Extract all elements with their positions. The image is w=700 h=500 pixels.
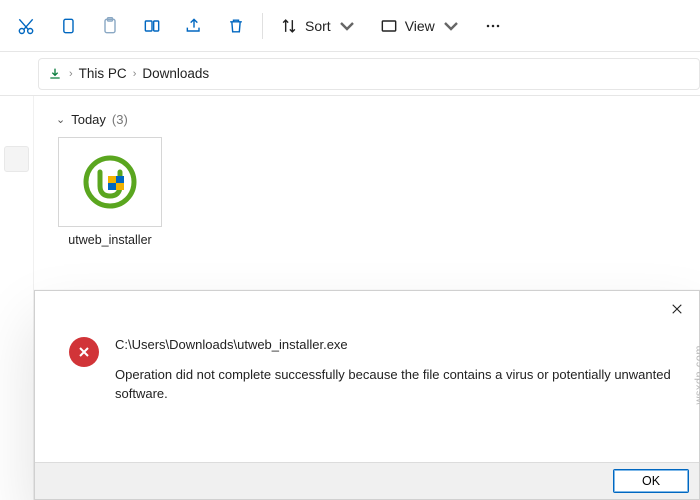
toolbar: Sort View	[0, 0, 700, 52]
ok-button[interactable]: OK	[613, 469, 689, 493]
sidebar	[0, 96, 34, 500]
watermark: wsxdn.com	[694, 345, 700, 405]
sort-label: Sort	[305, 18, 331, 34]
rename-button[interactable]	[132, 6, 172, 46]
error-path: C:\Users\Downloads\utweb_installer.exe	[115, 335, 677, 355]
share-button[interactable]	[174, 6, 214, 46]
sort-button[interactable]: Sort	[269, 6, 367, 46]
file-name: utweb_installer	[56, 233, 164, 247]
nav-placeholder	[10, 62, 34, 86]
toolbar-separator	[262, 13, 263, 39]
dialog-message: C:\Users\Downloads\utweb_installer.exe O…	[115, 335, 677, 456]
breadcrumb[interactable]: › This PC › Downloads	[38, 58, 700, 90]
utorrent-icon	[82, 154, 138, 210]
chevron-down-icon: ⌄	[56, 113, 65, 126]
paste-button[interactable]	[90, 6, 130, 46]
download-icon	[47, 66, 63, 82]
chevron-right-icon: ›	[133, 68, 137, 80]
dialog-footer: OK	[35, 462, 699, 499]
close-button[interactable]	[663, 297, 691, 321]
more-button[interactable]	[473, 6, 513, 46]
sidebar-item[interactable]	[4, 146, 29, 172]
copy-button[interactable]	[48, 6, 88, 46]
group-label: Today	[71, 112, 106, 127]
error-dialog: C:\Users\Downloads\utweb_installer.exe O…	[34, 290, 700, 500]
breadcrumb-root[interactable]: This PC	[79, 66, 127, 81]
view-label: View	[405, 18, 435, 34]
file-item[interactable]: utweb_installer	[56, 137, 164, 247]
delete-button[interactable]	[216, 6, 256, 46]
address-bar: › This PC › Downloads	[0, 52, 700, 96]
chevron-down-icon	[441, 16, 461, 36]
chevron-right-icon: ›	[69, 68, 73, 80]
group-header[interactable]: ⌄ Today (3)	[56, 112, 678, 127]
file-thumbnail	[58, 137, 162, 227]
group-count: (3)	[112, 112, 128, 127]
view-button[interactable]: View	[369, 6, 471, 46]
cut-button[interactable]	[6, 6, 46, 46]
close-icon	[671, 303, 683, 315]
error-text: Operation did not complete successfully …	[115, 365, 677, 404]
dialog-body: C:\Users\Downloads\utweb_installer.exe O…	[35, 327, 699, 462]
breadcrumb-folder[interactable]: Downloads	[142, 66, 209, 81]
chevron-down-icon	[337, 16, 357, 36]
error-icon	[69, 337, 99, 367]
dialog-titlebar	[35, 291, 699, 327]
